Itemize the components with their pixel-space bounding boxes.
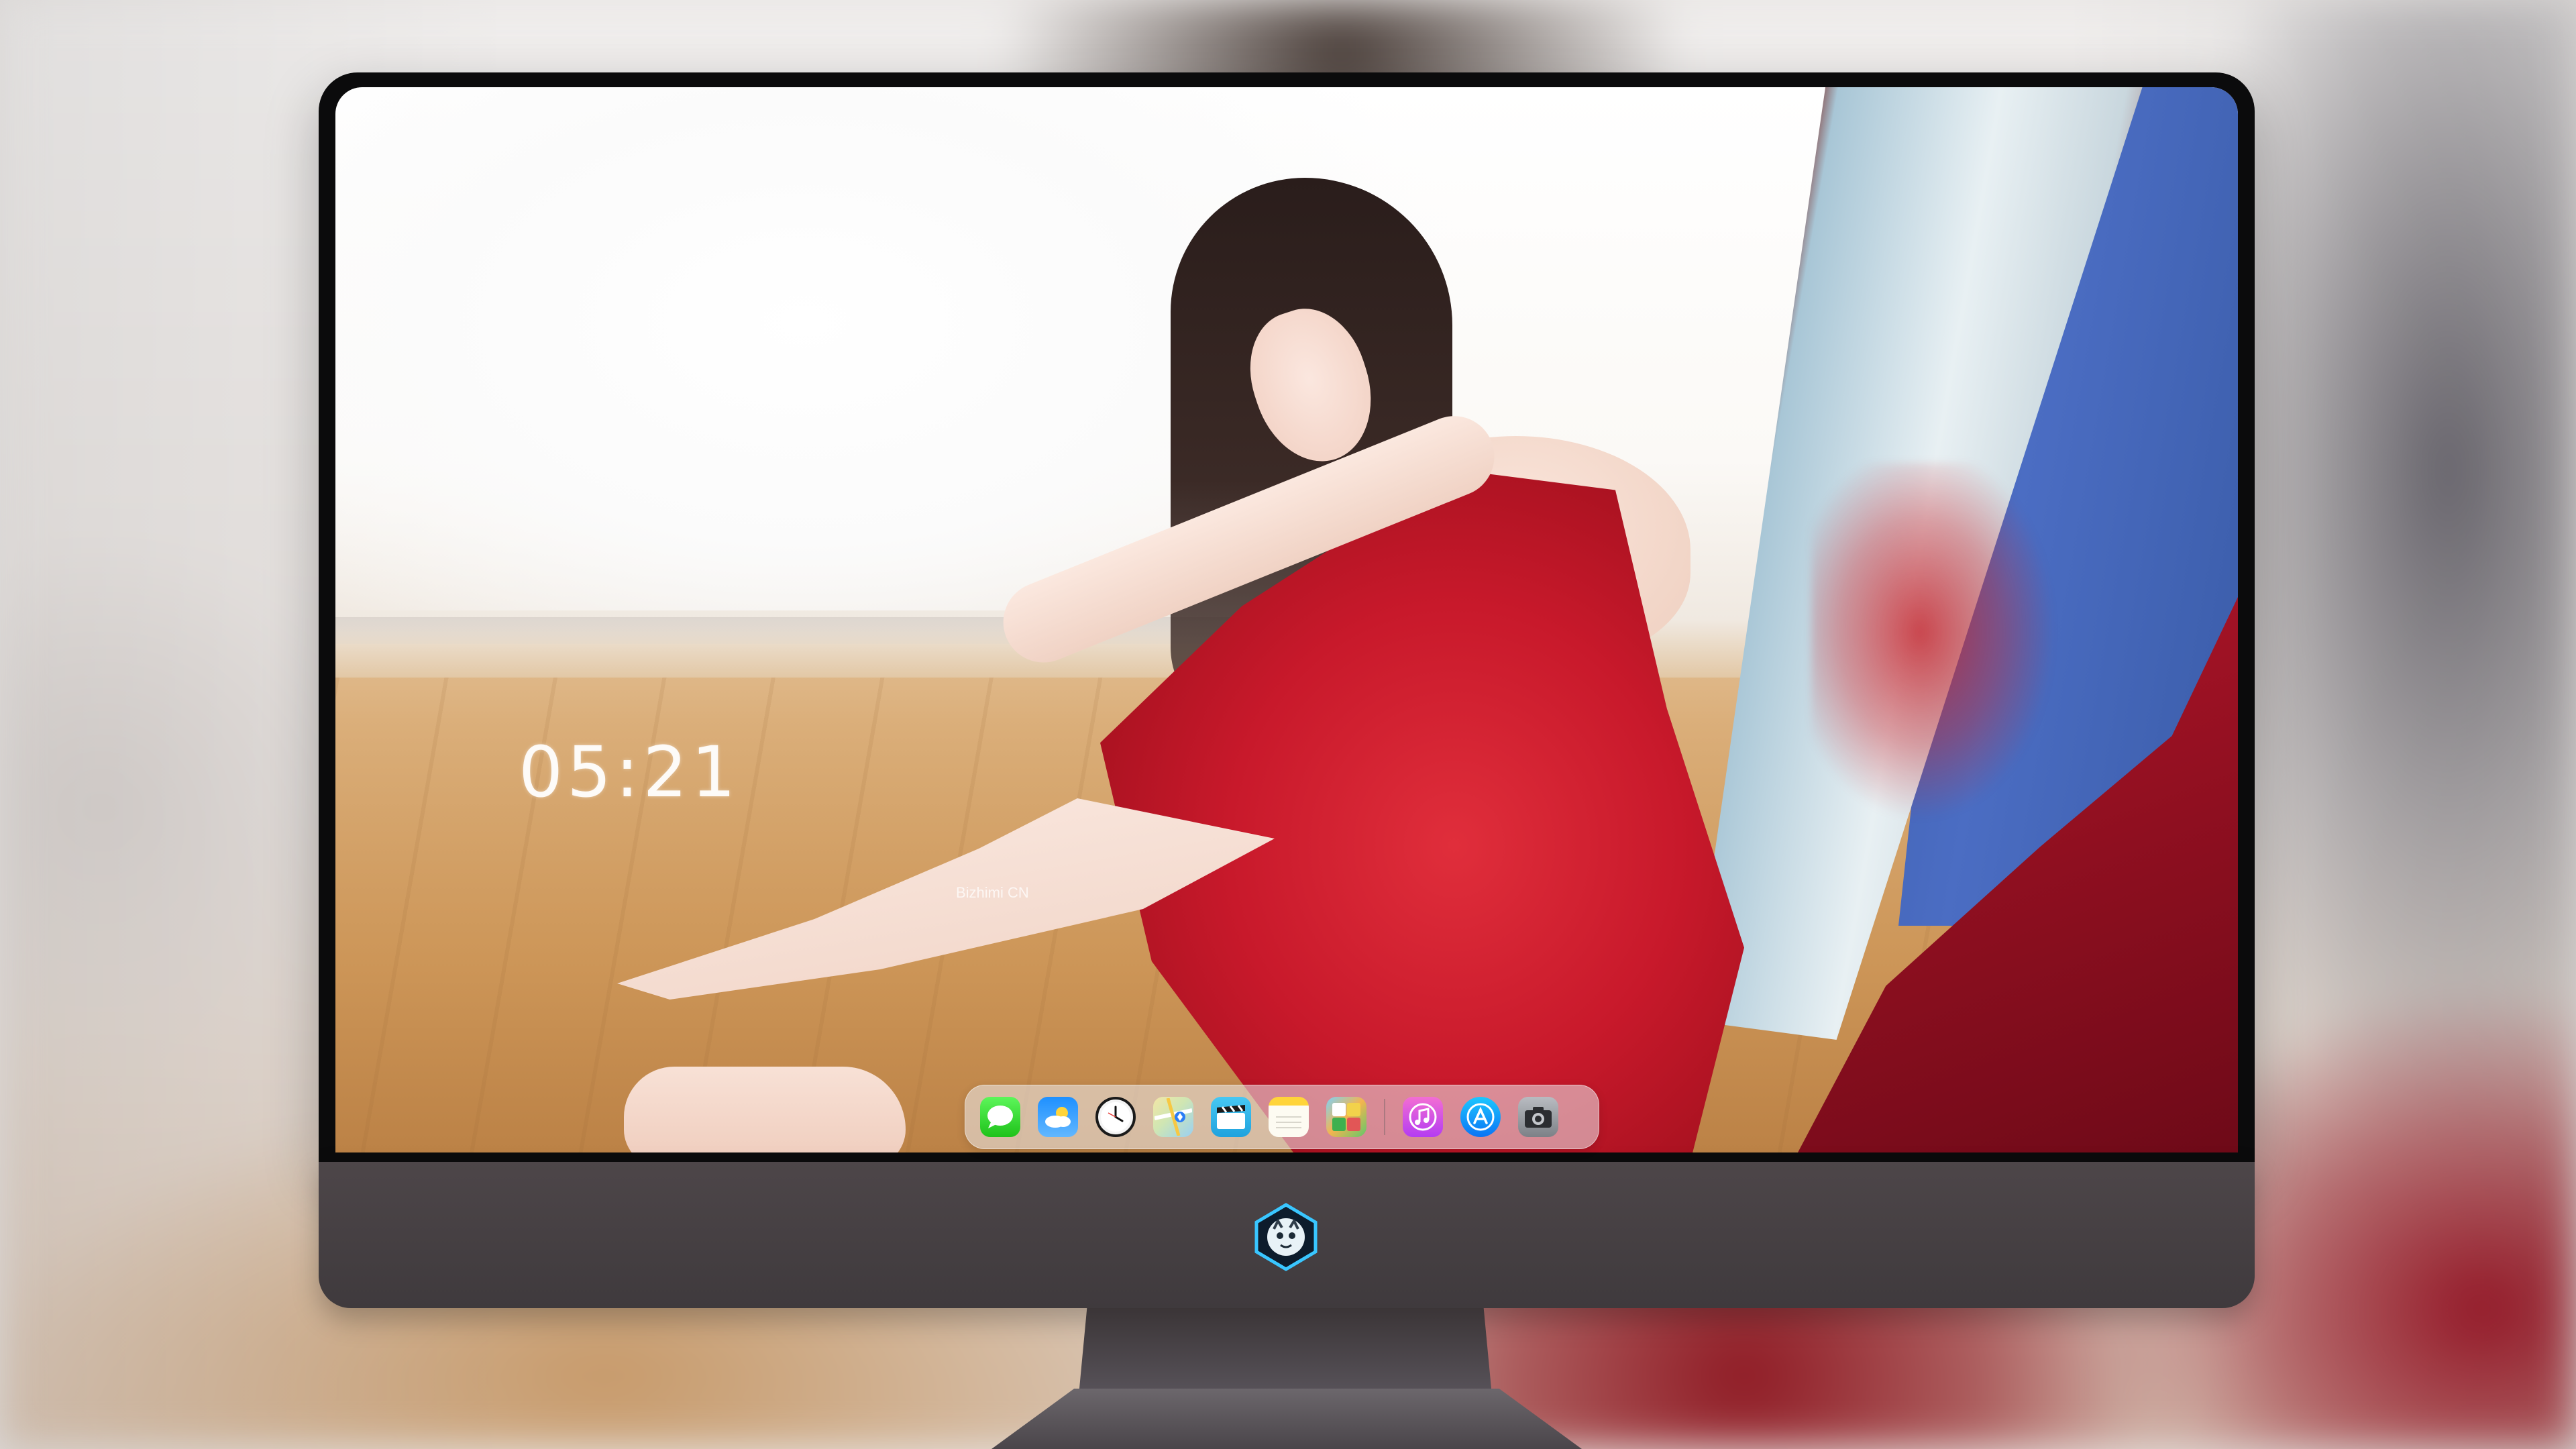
- monitor-stand-neck: [1079, 1308, 1492, 1395]
- clock-icon[interactable]: [1095, 1097, 1136, 1137]
- notes-icon[interactable]: [1269, 1097, 1309, 1137]
- wallpaper-mirror-reflection: [1811, 463, 2053, 839]
- camera-icon[interactable]: [1518, 1097, 1558, 1137]
- clips-icon[interactable]: [1211, 1097, 1251, 1137]
- maps-icon[interactable]: [1153, 1097, 1193, 1137]
- app-store-icon[interactable]: [1460, 1097, 1501, 1137]
- wallpaper-watermark: Bizhimi CN: [956, 884, 1029, 901]
- monitor-stand-base: [991, 1389, 1582, 1449]
- dragon-logo-icon: [1251, 1202, 1321, 1272]
- dock-separator: [1384, 1099, 1385, 1135]
- photos-icon[interactable]: [1326, 1097, 1366, 1137]
- desktop-screen: [335, 87, 2238, 1152]
- weather-icon[interactable]: [1038, 1097, 1078, 1137]
- messages-icon[interactable]: [980, 1097, 1020, 1137]
- wallpaper-figure-feet: [624, 1067, 906, 1152]
- desktop-clock: 05:21: [519, 731, 740, 813]
- music-icon[interactable]: [1403, 1097, 1443, 1137]
- desktop-stage: 05:21 Bizhimi CN: [0, 0, 2576, 1449]
- dock: [965, 1085, 1599, 1149]
